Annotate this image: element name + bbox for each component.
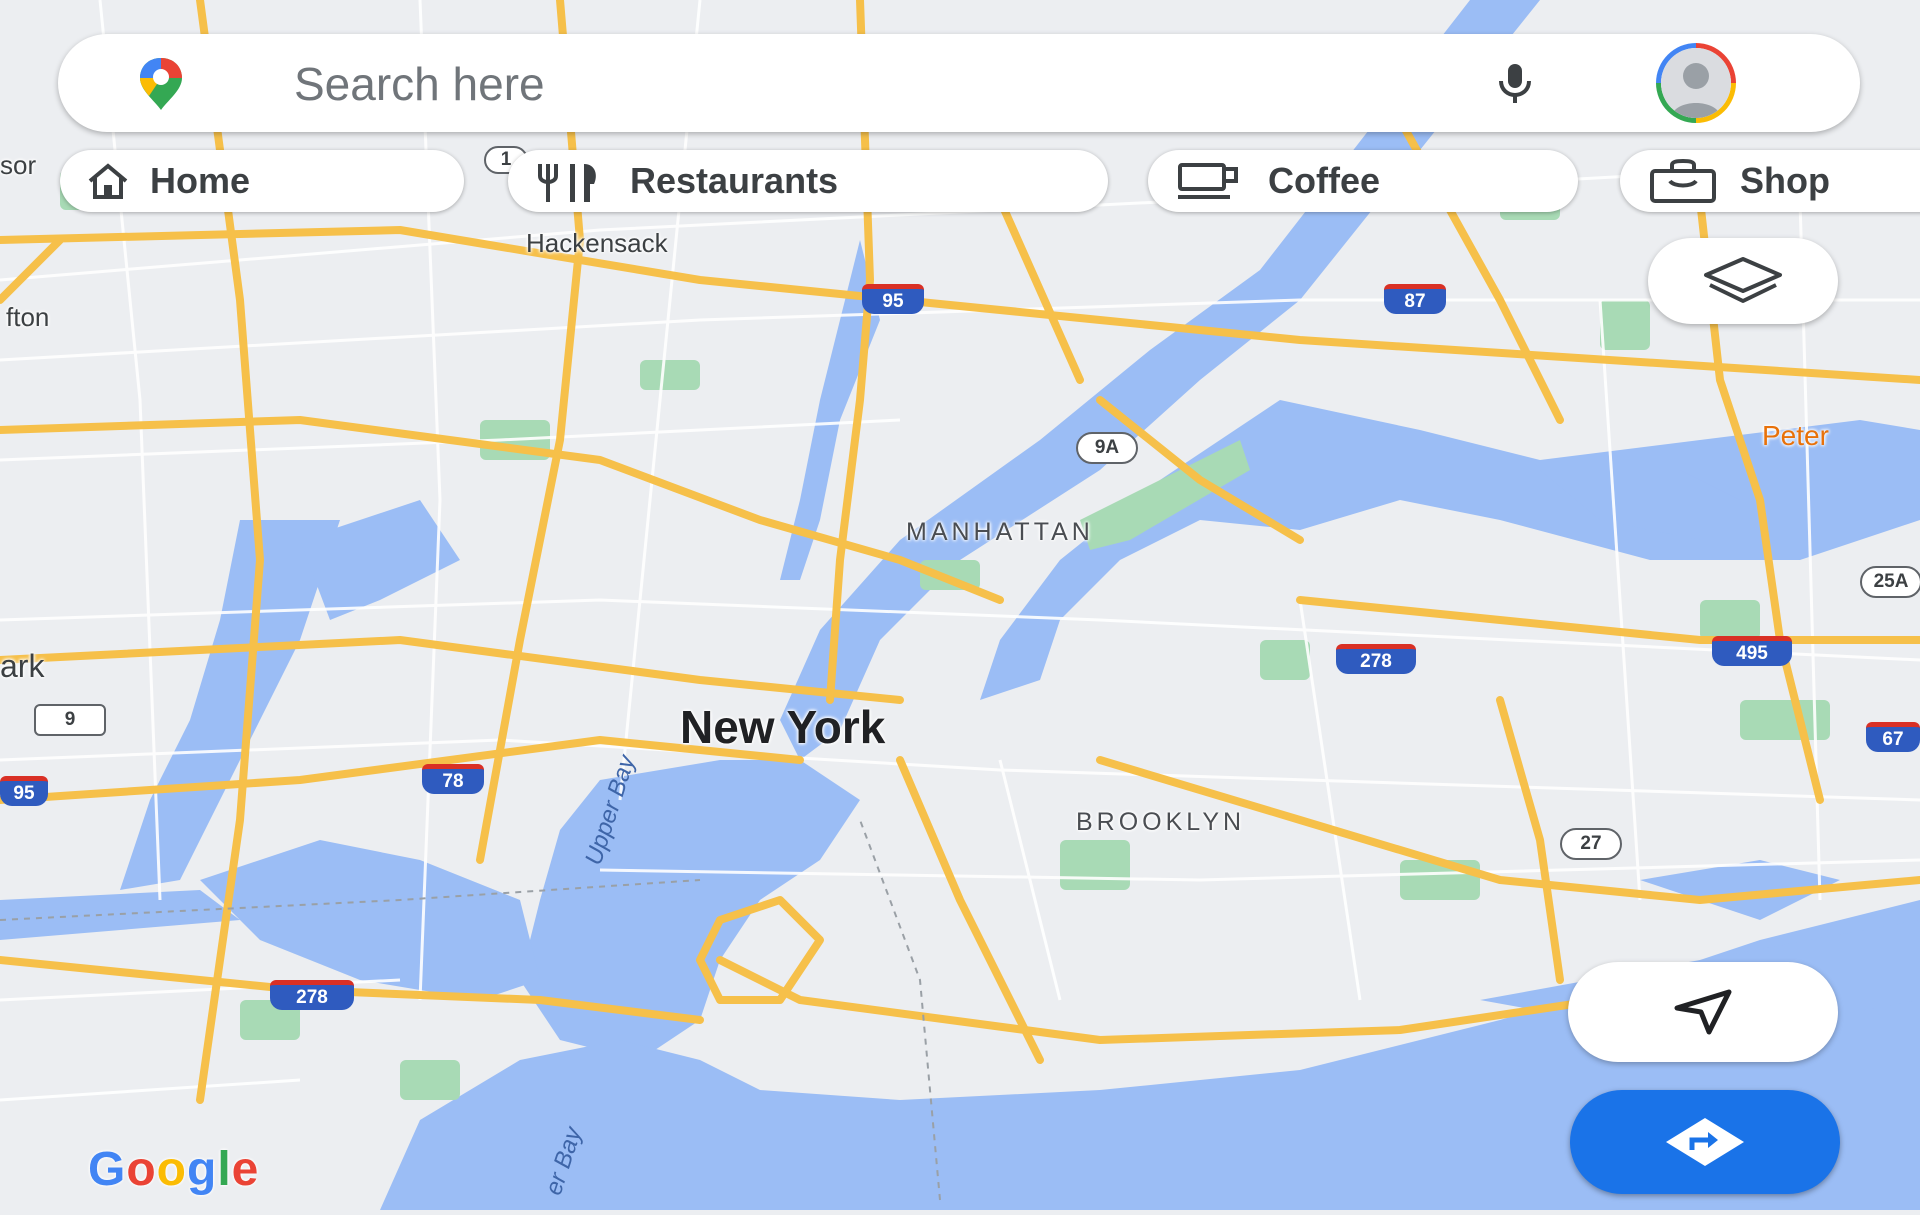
- google-logo: Google: [88, 1142, 259, 1197]
- microphone-icon[interactable]: [1490, 58, 1540, 108]
- account-avatar[interactable]: [1656, 43, 1736, 123]
- coffee-icon: [1178, 163, 1238, 199]
- google-logo-letter: l: [217, 1143, 232, 1196]
- google-logo-letter: g: [187, 1143, 218, 1196]
- route-shield-25a: 25A: [1860, 566, 1920, 598]
- chip-shop-label: Shop: [1740, 160, 1830, 201]
- avatar-person-icon: [1661, 48, 1731, 118]
- chip-shop[interactable]: Shop: [1620, 150, 1920, 212]
- restaurant-icon: [538, 164, 596, 202]
- directions-icon: [1666, 1118, 1744, 1166]
- google-logo-letter: o: [156, 1143, 187, 1196]
- google-logo-letter: o: [126, 1143, 157, 1196]
- route-shield-i278-staten: 278: [270, 980, 354, 1010]
- category-chips: Home Restaurants Coffee Shop: [0, 150, 1920, 220]
- chip-restaurants-label: Restaurants: [630, 160, 839, 201]
- shopping-bag-icon: [1650, 159, 1716, 203]
- route-shield-i78: 78: [422, 764, 484, 794]
- google-logo-letter: e: [231, 1143, 260, 1196]
- place-label-new-york[interactable]: New York: [680, 700, 885, 754]
- chip-home[interactable]: Home: [60, 150, 464, 212]
- chip-coffee-label: Coffee: [1268, 160, 1381, 201]
- route-shield-i95: 95: [862, 284, 924, 314]
- home-icon: [88, 163, 128, 199]
- route-shield-i87: 87: [1384, 284, 1446, 314]
- search-bar[interactable]: [58, 34, 1860, 132]
- route-shield-i95-west: 95: [0, 776, 48, 806]
- my-location-button[interactable]: [1568, 962, 1838, 1062]
- navigation-arrow-icon: [1674, 989, 1732, 1035]
- place-label-manhattan[interactable]: MANHATTAN: [906, 518, 1094, 547]
- place-label-hackensack[interactable]: Hackensack: [526, 228, 668, 259]
- google-maps-pin-icon: [140, 58, 182, 110]
- place-label-newark[interactable]: ark: [0, 648, 44, 685]
- route-shield-us9: 9: [34, 704, 106, 736]
- route-shield-i278-queens: 278: [1336, 644, 1416, 674]
- route-shield-i678: 67: [1866, 722, 1920, 752]
- route-shield-i495: 495: [1712, 636, 1792, 666]
- place-label-peter[interactable]: Peter: [1762, 420, 1829, 452]
- layers-icon: [1704, 257, 1782, 303]
- route-shield-9a: 9A: [1076, 432, 1138, 464]
- place-label-clifton[interactable]: fton: [6, 302, 49, 333]
- route-shield-27: 27: [1560, 828, 1622, 860]
- chip-coffee[interactable]: Coffee: [1148, 150, 1578, 212]
- map-layers-button[interactable]: [1648, 238, 1838, 324]
- chip-home-label: Home: [150, 160, 251, 201]
- google-logo-letter: G: [88, 1143, 127, 1196]
- directions-button[interactable]: [1570, 1090, 1840, 1194]
- place-label-brooklyn[interactable]: BROOKLYN: [1076, 808, 1245, 837]
- chip-restaurants[interactable]: Restaurants: [508, 150, 1108, 212]
- search-input[interactable]: [292, 52, 1496, 116]
